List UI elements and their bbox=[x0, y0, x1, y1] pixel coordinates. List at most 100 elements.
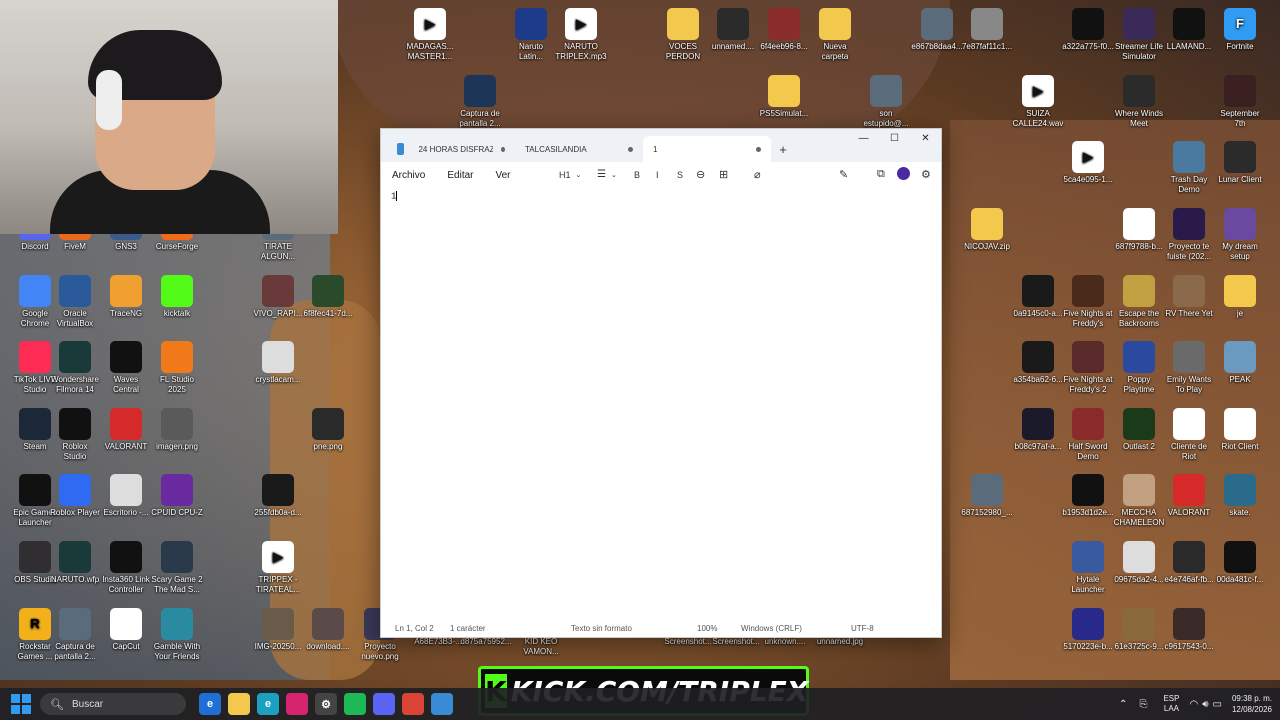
desktop-icon-label: Fortnite bbox=[1226, 42, 1254, 51]
desktop-icon-image bbox=[1173, 341, 1205, 373]
desktop-icon-image bbox=[1173, 408, 1205, 440]
maximize-button[interactable]: ☐ bbox=[879, 129, 910, 147]
desktop-icon[interactable]: ▶ 5ca4e095-1... bbox=[1053, 141, 1123, 185]
desktop-icon-image: F bbox=[1224, 8, 1256, 40]
desktop-icon-image bbox=[110, 275, 142, 307]
desktop-icon[interactable]: 6f8fec41-7d... bbox=[293, 275, 363, 319]
desktop-icon-image bbox=[59, 608, 91, 640]
desktop-icon-label[interactable]: unnamed.jpg bbox=[812, 637, 868, 647]
desktop-icon-label[interactable]: Screenshot... bbox=[708, 637, 764, 647]
desktop-icon[interactable]: kicktalk bbox=[142, 275, 212, 319]
menu-archivo[interactable]: Archivo bbox=[381, 170, 436, 181]
notepad-window[interactable]: 24 HORAS DISFRAZADOS D TALCASILANDIA 1 +… bbox=[380, 128, 942, 638]
desktop-icon-label: 687152980_... bbox=[961, 508, 1013, 517]
desktop-icon[interactable]: 00da481c-f... bbox=[1205, 541, 1275, 585]
desktop-icon[interactable]: pne.png bbox=[293, 408, 363, 452]
desktop-icon-label: CurseForge bbox=[155, 242, 199, 251]
desktop-icon-label[interactable]: KID KEO VAMON... bbox=[513, 637, 569, 657]
desktop-icon[interactable]: Captura de pantalla 2... bbox=[445, 75, 515, 129]
taskbar-app-explorer-icon[interactable] bbox=[228, 693, 250, 715]
desktop-icon[interactable]: ▶ SUIZA CALLE24.wav bbox=[1003, 75, 1073, 129]
taskbar-app-settings-icon[interactable]: ⚙ bbox=[315, 693, 337, 715]
copilot-icon[interactable]: ✎ bbox=[839, 168, 848, 181]
desktop-icon[interactable]: c9617543-0... bbox=[1154, 608, 1224, 652]
list-icon: ☰ bbox=[597, 169, 606, 180]
wifi-icon[interactable]: ◠ bbox=[1189, 699, 1198, 710]
tab-24-horas[interactable]: 24 HORAS DISFRAZADOS D bbox=[387, 136, 515, 162]
volume-icon[interactable]: 🔊︎ bbox=[1202, 699, 1208, 710]
usb-icon[interactable]: ⎘ bbox=[1139, 699, 1147, 710]
bold-button[interactable]: B bbox=[634, 170, 640, 180]
battery-icon[interactable]: ▭ bbox=[1213, 699, 1222, 710]
desktop-icon[interactable]: crystlacam... bbox=[243, 341, 313, 385]
desktop-icon[interactable]: je bbox=[1205, 275, 1275, 319]
list-dropdown[interactable]: ☰ ⌄ bbox=[597, 169, 617, 180]
taskbar-app-notepad-icon[interactable] bbox=[431, 693, 453, 715]
desktop-icon-image bbox=[768, 8, 800, 40]
italic-button[interactable]: I bbox=[656, 170, 659, 180]
desktop-icon[interactable]: Riot Client bbox=[1205, 408, 1275, 452]
desktop-icon[interactable]: skate. bbox=[1205, 474, 1275, 518]
taskbar-app-discord-icon[interactable] bbox=[373, 693, 395, 715]
desktop-icon[interactable]: Lunar Client bbox=[1205, 141, 1275, 185]
gear-icon[interactable]: ⚙ bbox=[921, 168, 931, 181]
copilot-avatar-icon[interactable] bbox=[897, 167, 910, 180]
desktop-icon[interactable]: son estupido@... bbox=[851, 75, 921, 129]
table-icon[interactable]: ⊞ bbox=[719, 168, 728, 181]
desktop-icon-label: je bbox=[1236, 309, 1244, 318]
taskbar-app-chrome-icon[interactable] bbox=[402, 693, 424, 715]
minimize-button[interactable]: — bbox=[848, 129, 879, 147]
desktop-icon[interactable]: imagen.png bbox=[142, 408, 212, 452]
desktop-icon[interactable]: September 7th bbox=[1205, 75, 1275, 129]
link-icon[interactable]: ⊖ bbox=[696, 168, 705, 181]
windows-start-icon[interactable] bbox=[11, 694, 31, 714]
chevron-up-icon[interactable]: ⌃ bbox=[1119, 699, 1127, 710]
language-indicator[interactable]: ESP LAA bbox=[1163, 694, 1179, 714]
tab-talcasilandia[interactable]: TALCASILANDIA bbox=[515, 136, 643, 162]
desktop-icon[interactable]: 687152980_... bbox=[952, 474, 1022, 518]
taskbar-app-spotify-icon[interactable] bbox=[344, 693, 366, 715]
taskbar-app-edge-icon[interactable]: e bbox=[199, 693, 221, 715]
clock[interactable]: 09:38 p. m. 12/08/2026 bbox=[1232, 693, 1272, 715]
desktop-icon[interactable]: Scary Game 2 The Mad S... bbox=[142, 541, 212, 595]
desktop-icon[interactable]: PEAK bbox=[1205, 341, 1275, 385]
desktop-icon[interactable]: PS5Simulat... bbox=[749, 75, 819, 119]
clear-format-icon[interactable]: ⌀ bbox=[754, 168, 761, 181]
text-editor[interactable]: 1 bbox=[381, 189, 941, 619]
taskbar-app-edge-2-icon[interactable]: e bbox=[257, 693, 279, 715]
close-button[interactable]: ✕ bbox=[910, 129, 941, 147]
desktop-icon[interactable]: 255fdb0a-d... bbox=[243, 474, 313, 518]
desktop-icon[interactable]: Gamble With Your Friends bbox=[142, 608, 212, 662]
desktop-icon[interactable]: ▶ MADAGAS... MASTER1... bbox=[395, 8, 465, 62]
strikethrough-button[interactable]: S bbox=[677, 170, 683, 180]
desktop-icon[interactable]: ▶ NARUTO TRIPLEX.mp3 bbox=[546, 8, 616, 62]
sidebar-icon[interactable]: ⧉ bbox=[877, 168, 885, 181]
menu-ver[interactable]: Ver bbox=[484, 170, 521, 181]
desktop-icon[interactable]: F Fortnite bbox=[1205, 8, 1275, 52]
desktop-icon[interactable]: 7e87faf11c1... bbox=[952, 8, 1022, 52]
desktop-icon[interactable]: Nueva carpeta bbox=[800, 8, 870, 62]
desktop-icon-label[interactable]: unknown.... bbox=[757, 637, 813, 647]
desktop-icon[interactable]: My dream setup bbox=[1205, 208, 1275, 262]
tab-1[interactable]: 1 bbox=[643, 136, 771, 162]
desktop-icon[interactable]: FL Studio 2025 bbox=[142, 341, 212, 395]
desktop-icon-label: Nueva carpeta bbox=[821, 42, 849, 61]
taskbar-search[interactable]: 🔍︎ Buscar bbox=[40, 693, 186, 715]
zoom-level[interactable]: 100% bbox=[697, 624, 717, 633]
taskbar-app-instagram-icon[interactable] bbox=[286, 693, 308, 715]
desktop-icon-image: ▶ bbox=[414, 8, 446, 40]
new-tab-button[interactable]: + bbox=[771, 136, 795, 162]
menu-editar[interactable]: Editar bbox=[436, 170, 484, 181]
desktop-icon[interactable]: NICOJAV.zip bbox=[952, 208, 1022, 252]
desktop-icon[interactable]: Where Winds Meet bbox=[1104, 75, 1174, 129]
desktop-icon[interactable]: ▶ TRIPPEX - TIRATEAL... bbox=[243, 541, 313, 595]
desktop-icon[interactable]: CPUID CPU-Z bbox=[142, 474, 212, 518]
chevron-down-icon: ⌄ bbox=[610, 171, 617, 179]
desktop-icon-image bbox=[161, 608, 193, 640]
desktop-icon-image bbox=[1173, 608, 1205, 640]
desktop-icon-image bbox=[1173, 275, 1205, 307]
tab-label: 1 bbox=[653, 144, 658, 154]
heading-dropdown[interactable]: H1 ⌄ bbox=[559, 170, 581, 180]
unsaved-dot-icon bbox=[501, 146, 505, 152]
desktop-icon-label[interactable]: d875a75952... bbox=[458, 637, 514, 647]
